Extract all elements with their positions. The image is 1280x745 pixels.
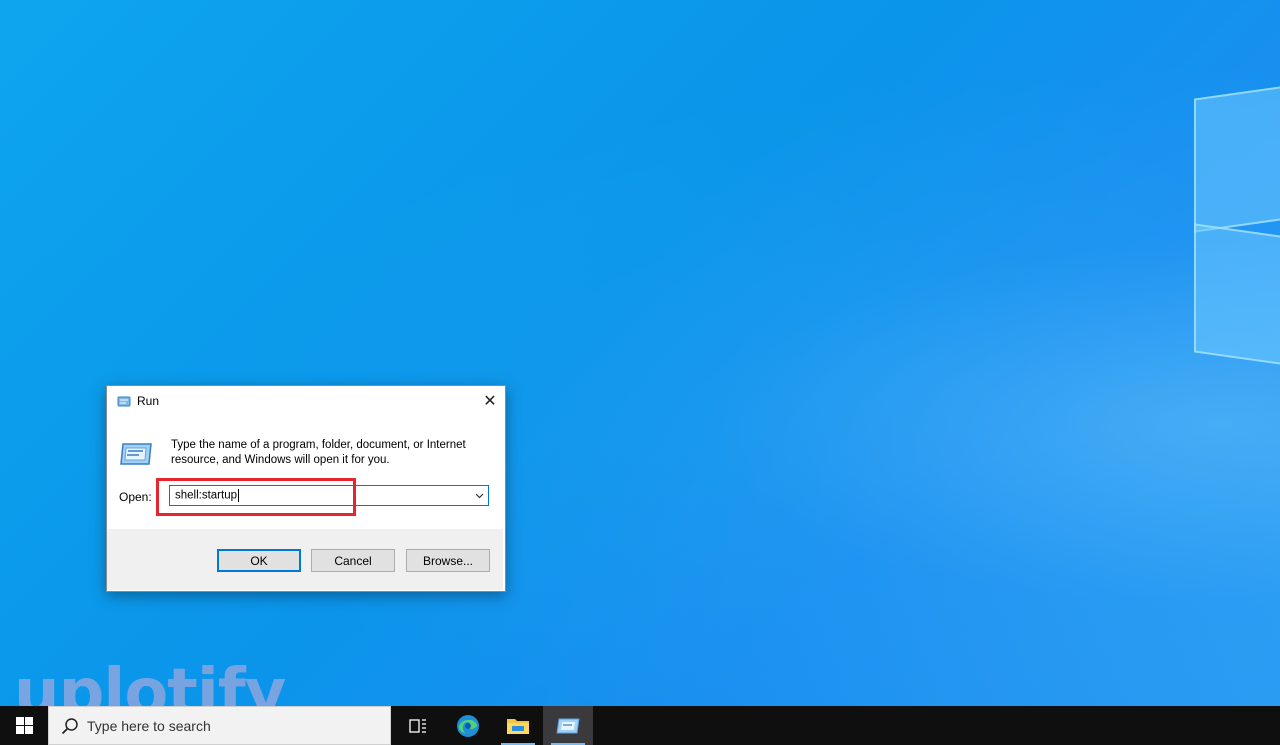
close-button[interactable]: ✕ <box>475 386 505 416</box>
run-taskbar-button[interactable] <box>543 706 593 745</box>
wallpaper-logo-pane <box>1194 223 1280 366</box>
open-combobox[interactable]: shell:startup <box>169 485 489 506</box>
ok-button[interactable]: OK <box>217 549 301 572</box>
search-placeholder: Type here to search <box>87 717 211 734</box>
task-view-icon <box>409 718 426 733</box>
wallpaper-logo-pane <box>1194 85 1280 233</box>
edge-icon <box>457 714 479 737</box>
windows-start-icon <box>15 717 33 734</box>
chevron-down-icon[interactable] <box>470 493 488 499</box>
open-input[interactable]: shell:startup <box>170 489 470 502</box>
cancel-button[interactable]: Cancel <box>311 549 395 572</box>
button-area: OK Cancel Browse... <box>107 529 503 590</box>
file-explorer-button[interactable] <box>493 706 543 745</box>
run-icon <box>556 718 580 733</box>
file-explorer-icon <box>507 718 529 734</box>
run-program-icon <box>120 443 152 465</box>
dialog-body: Type the name of a program, folder, docu… <box>107 416 505 529</box>
taskbar: Type here to search <box>0 706 1280 745</box>
open-label: Open: <box>119 490 152 504</box>
edge-button[interactable] <box>443 706 493 745</box>
close-icon: ✕ <box>483 393 497 410</box>
wallpaper-light <box>0 0 1280 706</box>
browse-button[interactable]: Browse... <box>406 549 490 572</box>
dialog-title: Run <box>137 394 160 408</box>
search-icon <box>59 715 81 737</box>
taskbar-search-box[interactable]: Type here to search <box>48 706 391 745</box>
desktop <box>0 0 1280 706</box>
task-view-button[interactable] <box>393 706 443 745</box>
text-caret <box>238 489 240 502</box>
run-dialog: Run ✕ Type the name of a program, folder… <box>106 385 506 592</box>
open-input-value: shell:startup <box>175 489 238 502</box>
start-button[interactable] <box>0 706 48 745</box>
run-icon <box>117 396 131 406</box>
dialog-description: Type the name of a program, folder, docu… <box>171 439 466 466</box>
title-bar[interactable]: Run ✕ <box>107 386 505 416</box>
